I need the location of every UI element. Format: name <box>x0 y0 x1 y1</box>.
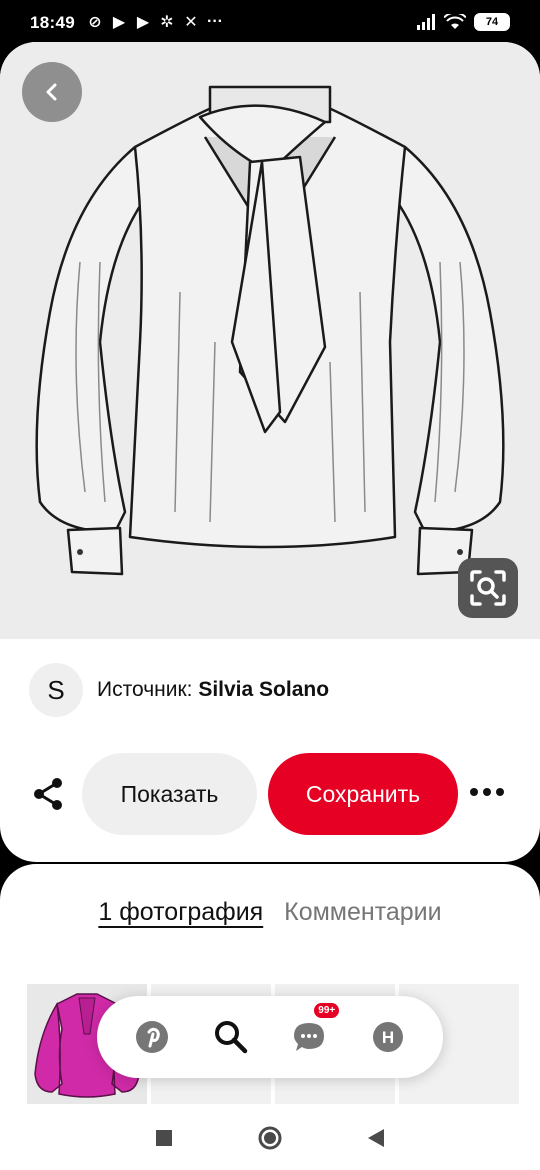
avatar[interactable]: S <box>29 663 83 717</box>
x-icon: ✕ <box>184 14 198 31</box>
status-right: 74 <box>416 13 510 31</box>
source-row[interactable]: S Источник: Silvia Solano <box>29 663 329 717</box>
profile-icon: H <box>372 1022 403 1052</box>
gear-icon: ✲ <box>160 14 174 31</box>
chat-bubble-icon <box>294 1023 325 1051</box>
profile-letter: H <box>382 1028 394 1047</box>
signal-icon <box>417 14 435 30</box>
tab-bar: 1 фотография Комментарии <box>0 898 540 927</box>
source-name[interactable]: Silvia Solano <box>198 678 329 701</box>
show-button[interactable]: Показать <box>82 753 257 835</box>
tab-photos[interactable]: 1 фотография <box>98 898 263 926</box>
back-button[interactable] <box>22 62 82 122</box>
lens-search-icon <box>470 570 506 606</box>
tab-comments[interactable]: Комментарии <box>284 898 441 926</box>
nav-messages[interactable]: 99+ <box>287 1003 340 1059</box>
blouse-sketch-image <box>35 85 505 576</box>
back-triangle-icon[interactable] <box>367 1128 385 1148</box>
battery-icon: 74 <box>474 13 510 31</box>
visual-search-button[interactable] <box>458 558 518 618</box>
action-row: Показать Сохранить <box>0 752 540 836</box>
pinterest-icon <box>136 1021 169 1053</box>
do-not-disturb-icon: ⊘ <box>88 14 102 31</box>
pin-card: S Источник: Silvia Solano Показать Сохра… <box>0 42 540 862</box>
more-notifications-icon: ··· <box>207 13 223 30</box>
system-nav-bar <box>0 1106 540 1170</box>
details-card: 1 фотография Комментарии 99+ H <box>0 864 540 1170</box>
source-label: Источник: <box>97 678 193 701</box>
notification-badge: 99+ <box>314 1003 340 1018</box>
share-icon[interactable] <box>30 776 66 812</box>
nav-home[interactable] <box>130 1015 174 1059</box>
save-button[interactable]: Сохранить <box>268 753 458 835</box>
play-icon-2: ▶ <box>136 14 150 31</box>
play-icon: ▶ <box>112 14 126 31</box>
chevron-left-icon <box>46 83 57 101</box>
bottom-nav: 99+ H <box>97 996 443 1078</box>
status-time: 18:49 <box>30 13 75 32</box>
wifi-icon <box>444 14 466 29</box>
search-icon <box>214 1021 247 1054</box>
pin-image[interactable] <box>0 42 540 639</box>
nav-profile[interactable]: H <box>366 1015 410 1059</box>
notification-icons: ⊘ ▶ ▶ ✲ ✕ ··· <box>86 12 224 32</box>
more-options-icon[interactable] <box>470 782 506 802</box>
status-bar: 18:49 ⊘ ▶ ▶ ✲ ✕ ··· 74 <box>0 0 540 46</box>
source-text[interactable]: Источник: Silvia Solano <box>97 678 329 702</box>
home-icon[interactable] <box>257 1125 283 1151</box>
nav-search[interactable] <box>209 1015 253 1059</box>
recents-icon[interactable] <box>155 1129 173 1147</box>
